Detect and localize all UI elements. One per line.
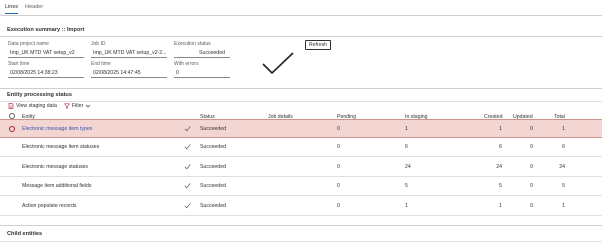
checkmark-icon bbox=[262, 52, 294, 74]
entity-name[interactable]: Electronic message item statuses bbox=[22, 144, 99, 150]
checkmark-icon bbox=[184, 203, 191, 209]
created-cell: 6 bbox=[499, 144, 502, 150]
start-time-label: Start time bbox=[8, 61, 30, 67]
in-staging-cell: 5 bbox=[405, 183, 408, 189]
row-select-radio[interactable] bbox=[9, 126, 15, 132]
in-staging-cell: 6 bbox=[405, 144, 408, 150]
view-staging-data-button[interactable]: View staging data bbox=[8, 103, 57, 109]
created-cell: 24 bbox=[496, 164, 502, 170]
entity-toolbar: View staging data Filter bbox=[8, 103, 91, 109]
divider bbox=[0, 36, 602, 37]
checkmark-icon bbox=[184, 183, 191, 189]
updated-cell: 0 bbox=[530, 144, 533, 150]
updated-cell: 0 bbox=[530, 203, 533, 209]
status-cell: Succeeded bbox=[200, 126, 226, 132]
total-cell: 6 bbox=[562, 144, 565, 150]
updated-cell: 0 bbox=[530, 126, 533, 132]
entity-name[interactable]: Message item additional fields bbox=[22, 183, 92, 189]
table-row[interactable]: Electronic message item types Succeeded … bbox=[0, 119, 602, 138]
updated-cell: 0 bbox=[530, 164, 533, 170]
refresh-button[interactable]: Refresh bbox=[305, 40, 331, 50]
table-row[interactable]: Electronic message statuses Succeeded 0 … bbox=[0, 158, 602, 177]
execution-status-field[interactable]: Succeeded bbox=[174, 49, 230, 58]
data-project-name-label: Data project name bbox=[8, 41, 49, 47]
status-cell: Succeeded bbox=[200, 164, 226, 170]
execution-summary-title: Execution summary :: Import bbox=[7, 27, 85, 33]
table-row[interactable]: Message item additional fields Succeeded… bbox=[0, 177, 602, 196]
in-staging-cell: 1 bbox=[405, 126, 408, 132]
divider bbox=[0, 88, 602, 89]
total-cell: 5 bbox=[562, 183, 565, 189]
checkmark-icon bbox=[184, 144, 191, 150]
job-id-label: Job ID bbox=[91, 41, 106, 47]
execution-status-label: Execution status bbox=[174, 41, 211, 47]
filter-button[interactable]: Filter bbox=[63, 103, 92, 109]
created-cell: 5 bbox=[499, 183, 502, 189]
in-staging-cell: 24 bbox=[405, 164, 411, 170]
divider bbox=[0, 225, 602, 226]
status-cell: Succeeded bbox=[200, 144, 226, 150]
total-cell: 1 bbox=[562, 126, 565, 132]
divider bbox=[0, 241, 602, 242]
divider bbox=[0, 101, 602, 102]
table-row[interactable]: Action populate records Succeeded 0 1 1 … bbox=[0, 197, 602, 216]
entity-processing-status-title: Entity processing status bbox=[7, 92, 72, 98]
chevron-down-icon bbox=[86, 104, 91, 108]
total-cell: 24 bbox=[559, 164, 565, 170]
data-project-name-field[interactable]: Imp_UK MTD VAT setup_v2 bbox=[8, 49, 84, 58]
checkmark-icon bbox=[184, 164, 191, 170]
total-cell: 1 bbox=[562, 203, 565, 209]
document-icon bbox=[8, 103, 14, 109]
table-row[interactable]: Electronic message item statuses Succeed… bbox=[0, 138, 602, 157]
in-staging-cell: 1 bbox=[405, 203, 408, 209]
pending-cell: 0 bbox=[337, 164, 340, 170]
filter-label: Filter bbox=[71, 103, 84, 109]
updated-cell: 0 bbox=[530, 183, 533, 189]
with-errors-field[interactable]: 0 bbox=[174, 69, 230, 78]
view-staging-data-label: View staging data bbox=[16, 103, 57, 109]
pending-cell: 0 bbox=[337, 144, 340, 150]
entity-name[interactable]: Electronic message statuses bbox=[22, 164, 88, 170]
entity-name[interactable]: Action populate records bbox=[22, 203, 77, 209]
divider bbox=[0, 15, 602, 16]
status-cell: Succeeded bbox=[200, 203, 226, 209]
end-time-field[interactable]: 02/08/2025 14:47:45 bbox=[91, 69, 167, 78]
pending-cell: 0 bbox=[337, 183, 340, 189]
created-cell: 1 bbox=[499, 203, 502, 209]
start-time-field[interactable]: 02/08/2025 14:38:23 bbox=[8, 69, 84, 78]
pending-cell: 0 bbox=[337, 126, 340, 132]
checkmark-icon bbox=[184, 126, 191, 132]
pending-cell: 0 bbox=[337, 203, 340, 209]
tab-lines[interactable]: Lines bbox=[5, 4, 19, 14]
end-time-label: End time bbox=[91, 61, 111, 67]
with-errors-label: With errors bbox=[174, 61, 199, 67]
filter-icon bbox=[63, 103, 70, 109]
job-id-field[interactable]: Imp_UK MTD VAT setup_v2-2... bbox=[91, 49, 167, 58]
tab-header[interactable]: Header bbox=[25, 4, 43, 14]
tab-bar: Lines Header bbox=[5, 4, 43, 14]
entity-name[interactable]: Electronic message item types bbox=[22, 126, 92, 132]
created-cell: 1 bbox=[499, 126, 502, 132]
child-entities-title: Child entities bbox=[7, 231, 43, 237]
status-cell: Succeeded bbox=[200, 183, 226, 189]
